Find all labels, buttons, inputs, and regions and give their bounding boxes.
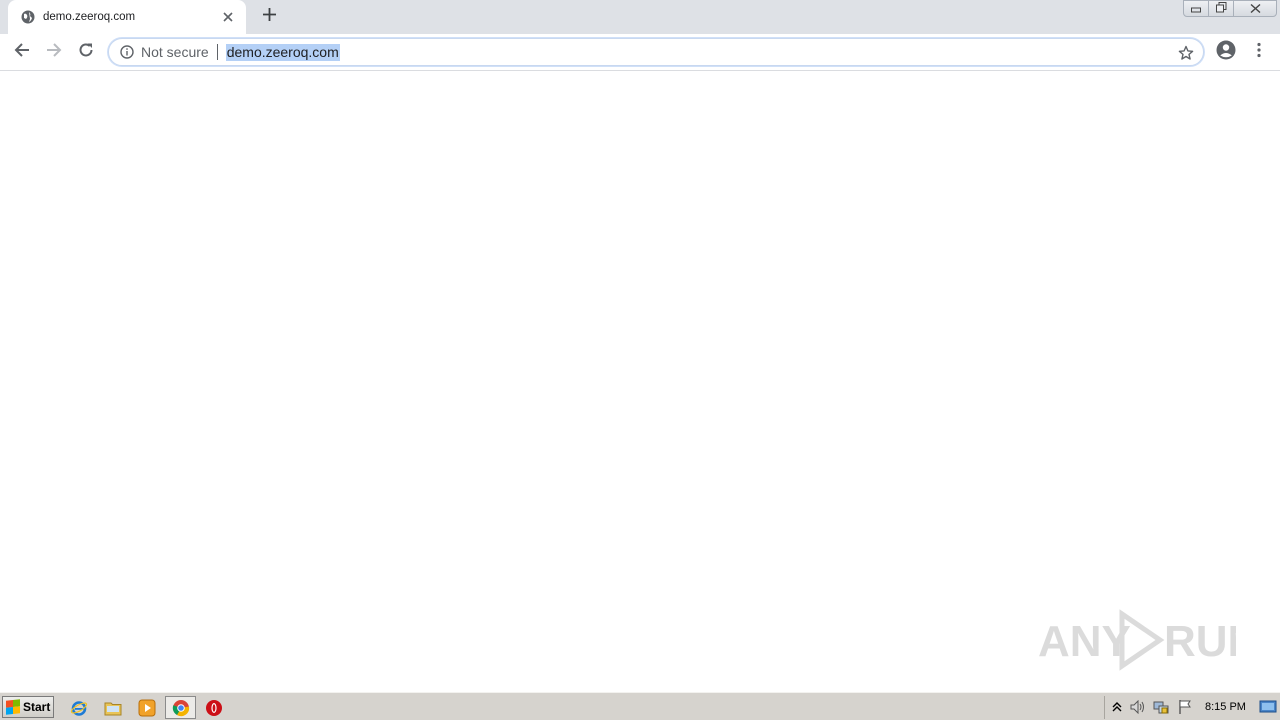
arrow-right-icon	[46, 42, 62, 63]
account-circle-icon	[1216, 40, 1236, 65]
restore-icon	[1215, 0, 1227, 18]
file-explorer-icon[interactable]	[102, 697, 124, 718]
tab-active[interactable]: demo.zeeroq.com	[8, 0, 246, 34]
plus-icon	[262, 8, 276, 26]
reload-button[interactable]	[74, 40, 98, 64]
minimize-button[interactable]	[1183, 0, 1209, 17]
browser-menu-button[interactable]	[1247, 40, 1271, 64]
minimize-icon	[1191, 0, 1201, 18]
start-label: Start	[23, 700, 51, 714]
forward-button[interactable]	[42, 40, 66, 64]
chevron-up-icon[interactable]	[1109, 699, 1125, 715]
page-content	[0, 72, 1280, 692]
omnibox-divider	[216, 44, 218, 60]
info-icon[interactable]	[119, 44, 135, 60]
action-center-flag-icon[interactable]	[1177, 699, 1193, 715]
windows-logo-icon	[6, 699, 20, 715]
network-icon[interactable]	[1153, 699, 1169, 715]
close-icon	[1250, 0, 1261, 18]
profile-button[interactable]	[1214, 40, 1238, 64]
internet-explorer-icon[interactable]	[68, 697, 90, 718]
back-button[interactable]	[10, 40, 34, 64]
taskbar: Start 8:15 PM	[0, 692, 1280, 720]
chrome-icon[interactable]	[165, 696, 196, 719]
arrow-left-icon	[14, 42, 30, 63]
window-close-button[interactable]	[1233, 0, 1277, 17]
watermark-logo: ANY RUN	[1036, 608, 1259, 672]
opera-icon[interactable]	[203, 697, 225, 718]
kebab-menu-icon	[1257, 42, 1261, 63]
star-icon[interactable]	[1177, 44, 1195, 62]
screen: demo.zeeroq.com Not secure demo.zeeroq.c…	[0, 0, 1280, 720]
system-tray: 8:15 PM	[1104, 696, 1280, 719]
svg-text:ANY: ANY	[1038, 617, 1131, 666]
globe-icon	[20, 9, 36, 25]
media-player-icon[interactable]	[136, 697, 158, 718]
clock[interactable]: 8:15 PM	[1205, 701, 1246, 713]
start-button[interactable]: Start	[2, 696, 54, 718]
url-text[interactable]: demo.zeeroq.com	[225, 43, 340, 61]
new-tab-button[interactable]	[259, 7, 279, 27]
tab-strip: demo.zeeroq.com	[0, 0, 1280, 34]
browser-toolbar: Not secure demo.zeeroq.com	[0, 34, 1280, 71]
security-label[interactable]: Not secure	[141, 44, 209, 60]
close-icon[interactable]	[220, 9, 236, 25]
address-bar[interactable]: Not secure demo.zeeroq.com	[108, 38, 1204, 66]
svg-text:RUN: RUN	[1164, 617, 1236, 666]
show-desktop-icon[interactable]	[1259, 699, 1277, 715]
restore-button[interactable]	[1208, 0, 1234, 17]
volume-icon[interactable]	[1129, 699, 1145, 715]
tab-title: demo.zeeroq.com	[43, 11, 136, 23]
reload-icon	[78, 42, 94, 63]
